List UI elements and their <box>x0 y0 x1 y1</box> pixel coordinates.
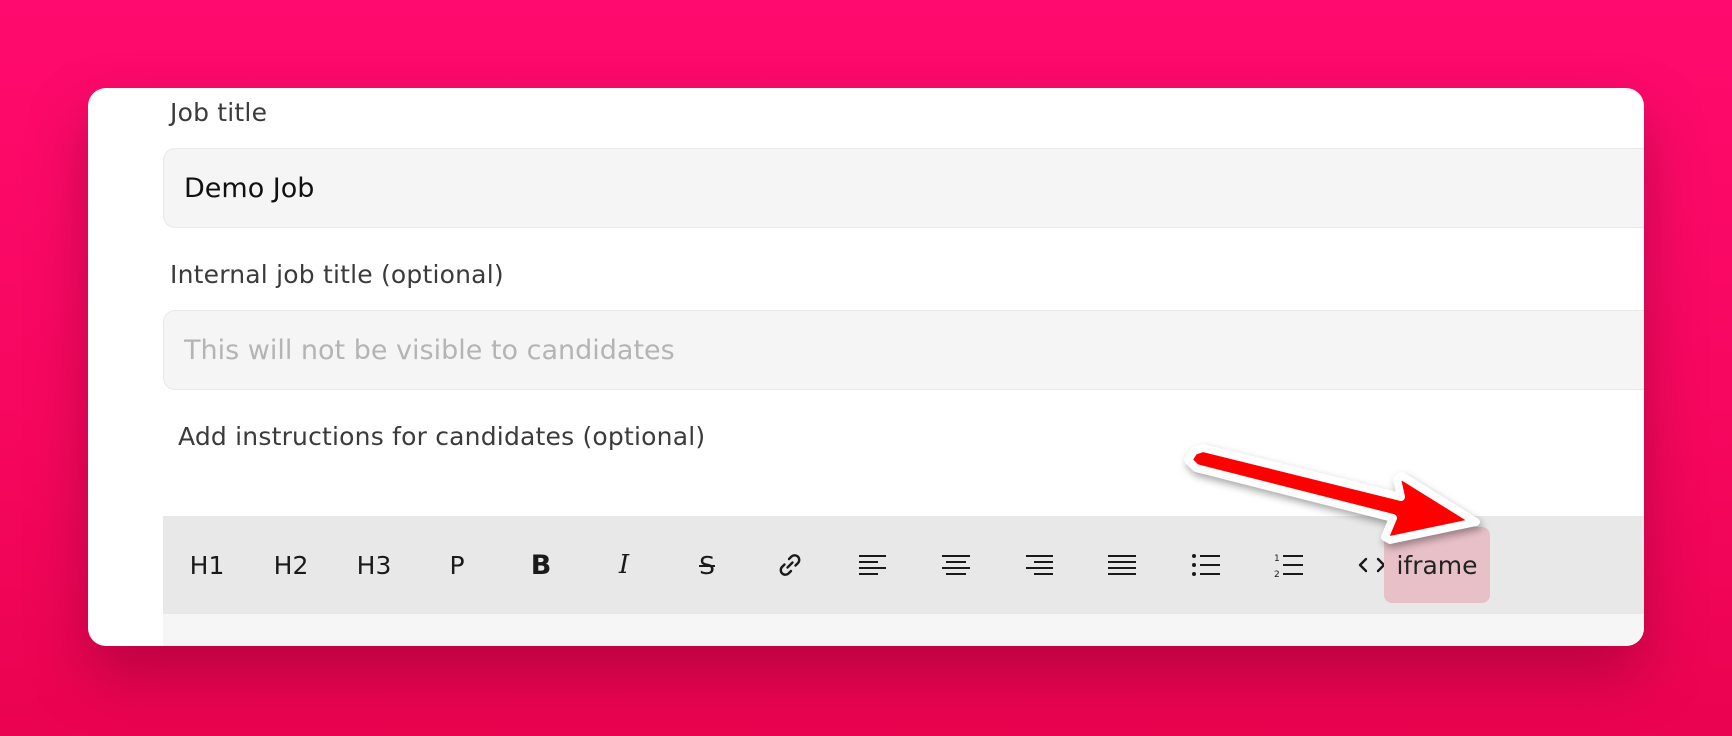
heading2-button[interactable]: H2 <box>255 516 327 614</box>
strikethrough-button[interactable]: S <box>671 516 743 614</box>
svg-text:2: 2 <box>1274 570 1280 578</box>
form-card: Job title Internal job title (optional) … <box>88 88 1644 646</box>
align-left-button[interactable] <box>837 516 909 614</box>
heading1-button[interactable]: H1 <box>171 516 243 614</box>
italic-button[interactable]: I <box>588 516 660 614</box>
align-center-button[interactable] <box>920 516 992 614</box>
align-justify-button[interactable] <box>1086 516 1158 614</box>
instructions-label: Add instructions for candidates (optiona… <box>178 422 706 451</box>
internal-title-field[interactable] <box>163 310 1644 390</box>
align-center-icon <box>942 555 970 575</box>
internal-title-input[interactable] <box>184 311 1584 389</box>
code-icon <box>1358 557 1386 573</box>
italic-label: I <box>618 550 630 580</box>
align-left-icon <box>859 555 886 575</box>
paragraph-button[interactable]: P <box>421 516 493 614</box>
svg-text:1: 1 <box>1274 554 1280 564</box>
align-right-icon <box>1026 555 1053 575</box>
bullet-list-button[interactable] <box>1170 516 1242 614</box>
job-title-label: Job title <box>170 98 268 127</box>
job-title-input[interactable] <box>184 149 1584 227</box>
iframe-button[interactable]: iframe <box>1384 527 1490 603</box>
link-button[interactable] <box>754 516 826 614</box>
align-right-button[interactable] <box>1003 516 1075 614</box>
link-icon <box>779 554 801 576</box>
numbered-list-button[interactable]: 1 2 <box>1253 516 1325 614</box>
bold-button[interactable]: B <box>505 516 577 614</box>
strikethrough-label: S <box>699 550 715 580</box>
numbered-list-icon: 1 2 <box>1274 554 1303 578</box>
editor-toolbar: H1 H2 H3 P B I S 1 2 iframe <box>163 516 1644 614</box>
bold-label: B <box>530 549 552 581</box>
align-justify-icon <box>1108 555 1136 575</box>
internal-title-label: Internal job title (optional) <box>170 260 504 289</box>
heading3-button[interactable]: H3 <box>338 516 410 614</box>
bullet-list-icon <box>1192 554 1220 576</box>
job-title-field[interactable] <box>163 148 1644 228</box>
instructions-editor[interactable] <box>163 614 1644 646</box>
